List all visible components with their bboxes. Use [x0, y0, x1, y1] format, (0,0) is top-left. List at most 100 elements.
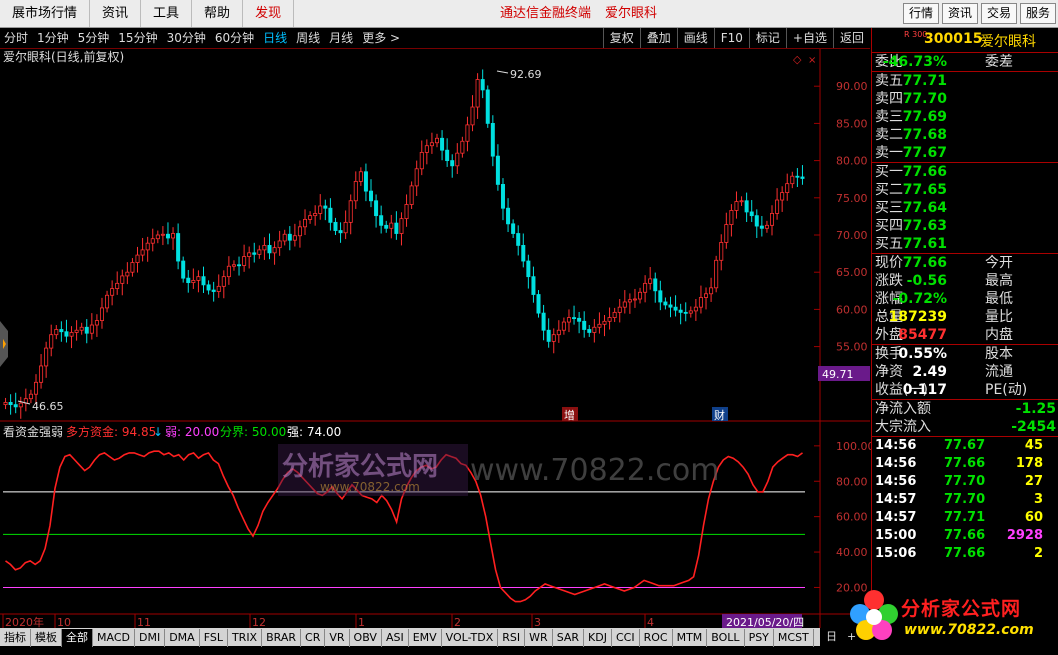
top-menu-item[interactable]: 工具 [141, 0, 193, 27]
indicator-name: 看资金强弱 [3, 424, 63, 439]
top-menu-item[interactable]: 发现 [243, 0, 295, 27]
period-selector: 分时 1分钟 5分钟 15分钟 30分钟 60分钟 日线 周线 月线 更多 > [4, 28, 409, 48]
tool-button[interactable]: 标记 [748, 28, 786, 48]
indicator-tab[interactable]: CCI [612, 629, 640, 647]
indicator-tab[interactable]: 模板 [31, 629, 62, 647]
bid-list: 买一 77.66 买二 77.65 买三 77.64 买四 77.63 买五 77.61 [872, 163, 1058, 253]
tick-price: 77.66 [944, 456, 986, 471]
period-7[interactable]: 周线 [296, 31, 320, 45]
indicator-tab[interactable]: PSY [745, 629, 774, 647]
top-button[interactable]: 服务 [1019, 3, 1056, 24]
period-2[interactable]: 5分钟 [78, 31, 110, 45]
stat-label2: 股本 [985, 346, 1013, 362]
tool-button[interactable]: F10 [713, 28, 749, 48]
tool-button[interactable]: +自选 [785, 28, 833, 48]
top-menu-item[interactable]: 帮助 [192, 0, 244, 27]
tick-volume: 60 [1024, 510, 1043, 525]
stat-value: 77.66 [902, 255, 947, 271]
indicator-tab[interactable]: MTM [673, 629, 708, 647]
indicator-tab[interactable]: FSL [200, 629, 228, 647]
indicator-tab[interactable]: SAR [553, 629, 585, 647]
period-toolbar: 分时 1分钟 5分钟 15分钟 30分钟 60分钟 日线 周线 月线 更多 > 复权 叠加 画线 F10… [0, 28, 870, 49]
top-button[interactable]: 资讯 [941, 3, 978, 24]
period-6[interactable]: 日线 [263, 31, 287, 45]
price-tick-label: 80.00 [836, 155, 868, 168]
quote-header: R 300 300015 爱尔眼科 [872, 28, 1058, 53]
indicator-tab[interactable]: VOL-TDX [442, 629, 499, 647]
stat-value: -0.56 [906, 273, 947, 289]
candle [409, 181, 414, 209]
tool-button[interactable]: 返回 [832, 28, 870, 48]
ask-row: 卖三 77.69 [872, 108, 1058, 126]
indicator-weak-label: 弱: 20.00 [165, 425, 219, 439]
period-4[interactable]: 30分钟 [167, 31, 206, 45]
indicator-tab[interactable]: ROC [640, 629, 673, 647]
indicator-tab[interactable]: ASI [382, 629, 409, 647]
indicator-tab[interactable]: BOLL [707, 629, 745, 647]
ask-row: 卖一 77.67 [872, 144, 1058, 162]
ask-row-value: 77.70 [902, 91, 947, 107]
indicator-tab[interactable]: 指标 [0, 629, 31, 647]
period-3[interactable]: 15分钟 [118, 31, 157, 45]
ask-row-label: 卖二 [875, 127, 903, 143]
indicator-tab[interactable]: 全部 [62, 629, 93, 647]
ask-row-label: 卖一 [875, 145, 903, 161]
indicator-tab[interactable]: DMA [165, 629, 200, 647]
indicator-tab[interactable]: MACD [93, 629, 135, 647]
stock-code: 300015 [924, 31, 983, 47]
indicator-tab[interactable]: TRIX [228, 629, 263, 647]
tick-row: 14:56 77.70 27 [872, 473, 1058, 491]
top-menu-item[interactable]: 资讯 [90, 0, 142, 27]
indicator-tab[interactable]: DMI [135, 629, 166, 647]
tool-button[interactable]: 画线 [676, 28, 714, 48]
ask-row-label: 卖四 [875, 91, 903, 107]
tick-time: 14:57 [875, 492, 917, 507]
indicator-tab[interactable]: BRAR [262, 629, 302, 647]
indicator-tab[interactable]: CR [301, 629, 326, 647]
diamond-icon[interactable]: ◇ [793, 53, 802, 66]
price-tick-label: 70.00 [836, 229, 868, 242]
indicator-tab[interactable]: VR [325, 629, 350, 647]
bid-row-label: 买四 [875, 218, 903, 234]
indicator-tab[interactable]: MCST [774, 629, 814, 647]
period-5[interactable]: 60分钟 [215, 31, 254, 45]
indicator-strong-label: 强: 74.00 [287, 425, 341, 439]
bid-row-value: 77.61 [902, 236, 947, 252]
low-price-label: 46.65 [32, 400, 64, 413]
top-button[interactable]: 交易 [980, 3, 1017, 24]
period-1[interactable]: 1分钟 [37, 31, 69, 45]
bid-row: 买二 77.65 [872, 181, 1058, 199]
indicator-tab[interactable]: WR [525, 629, 553, 647]
period-9[interactable]: 更多 > [362, 31, 400, 45]
tick-list: 14:56 77.67 45 14:56 77.66 178 14:56 77.70 27 14:… [872, 437, 1058, 563]
indicator-tab[interactable]: OBV [350, 629, 382, 647]
candle [536, 290, 541, 318]
indicator-tab[interactable]: RSI [498, 629, 526, 647]
stock-name: 爱尔眼科 [980, 34, 1036, 50]
watermark-url-large: www.70822.com [470, 453, 719, 488]
current-price-tag-text: 49.71 [822, 368, 854, 381]
close-icon[interactable]: × [808, 55, 816, 66]
top-button[interactable]: 行情 [902, 3, 939, 24]
top-menu-item[interactable]: 展市场行情 [0, 0, 91, 27]
stat-row: 涨跌 -0.56 最高 [872, 272, 1058, 290]
bid-row-label: 买一 [875, 164, 903, 180]
price-tick-label: 90.00 [836, 80, 868, 93]
stat-label2: 最高 [985, 273, 1013, 289]
ask-row-value: 77.69 [902, 109, 947, 125]
bottom-right-control[interactable]: 日 [826, 630, 837, 643]
tool-button[interactable]: 复权 [602, 28, 640, 48]
period-8[interactable]: 月线 [329, 31, 353, 45]
flow-value: -1.25 [1015, 401, 1056, 417]
tick-row: 14:57 77.70 3 [872, 491, 1058, 509]
period-0[interactable]: 分时 [4, 31, 28, 45]
tick-volume: 27 [1024, 474, 1043, 489]
quote-panel: R 300 300015 爱尔眼科 委比 -46.73% 委差 卖五 77.71 卖… [871, 28, 1058, 628]
high-price-label: 92.69 [510, 68, 542, 81]
stat-label2: 最低 [985, 291, 1013, 307]
bid-row-label: 买五 [875, 236, 903, 252]
tool-button[interactable]: 叠加 [639, 28, 677, 48]
indicator-tab[interactable]: KDJ [584, 629, 612, 647]
indicator-tab[interactable]: EMV [409, 629, 442, 647]
kline-chart[interactable]: 爱尔眼科(日线,前复权) ◇ × 90.00 85.00 80.00 75.00 70.… [0, 49, 871, 649]
